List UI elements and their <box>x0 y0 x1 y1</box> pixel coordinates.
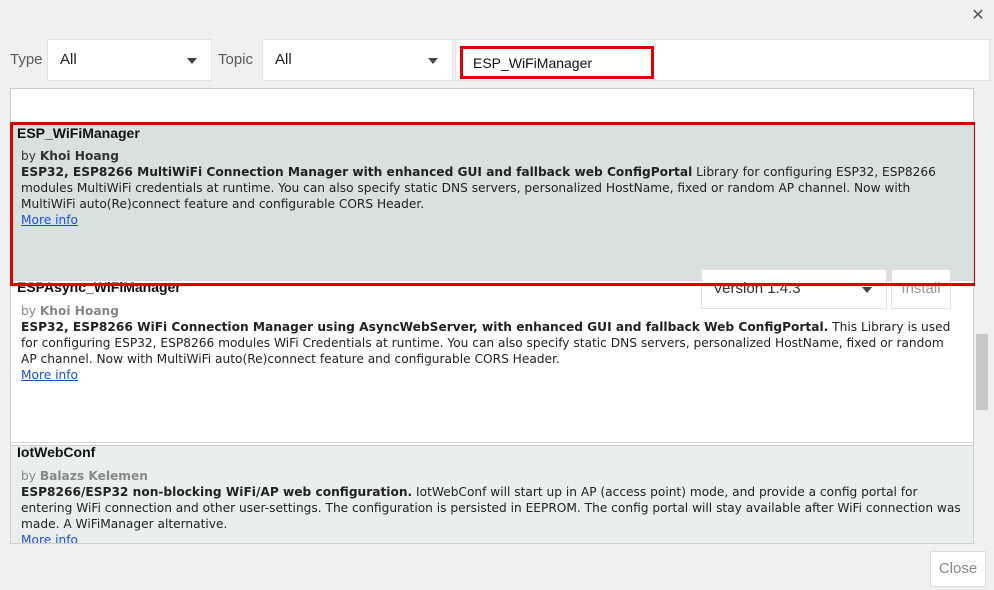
close-button[interactable]: Close <box>930 551 986 587</box>
library-description: ESP32, ESP8266 MultiWiFi Connection Mana… <box>21 164 961 212</box>
type-select-value: All <box>60 51 77 68</box>
library-summary: ESP32, ESP8266 WiFi Connection Manager u… <box>21 320 829 334</box>
topic-select-value: All <box>275 51 292 68</box>
more-info-link[interactable]: More info <box>21 368 78 382</box>
library-item-esp-wifimanager[interactable]: ESP_WiFiManager by Khoi Hoang ESP32, ESP… <box>11 123 973 309</box>
type-select[interactable]: All <box>47 39 212 81</box>
library-name: ESPAsync_WiFiManager <box>17 279 181 295</box>
search-field-container <box>455 39 990 81</box>
library-description: ESP8266/ESP32 non-blocking WiFi/AP web c… <box>21 484 961 532</box>
by-prefix: by <box>21 149 36 163</box>
topic-label: Topic <box>218 51 254 68</box>
library-item-espasync-wifimanager[interactable]: ESPAsync_WiFiManager by Khoi Hoang ESP32… <box>11 279 973 443</box>
library-name: ESP_WiFiManager <box>17 125 140 141</box>
by-prefix: by <box>21 469 36 483</box>
library-item-iotwebconf[interactable]: IotWebConf by Balazs Kelemen ESP8266/ESP… <box>11 444 973 543</box>
chevron-down-icon <box>428 58 438 64</box>
scrollbar-thumb[interactable] <box>976 334 988 410</box>
library-description: ESP32, ESP8266 WiFi Connection Manager u… <box>21 319 961 367</box>
library-details: by Khoi Hoang ESP32, ESP8266 MultiWiFi C… <box>21 148 961 228</box>
by-prefix: by <box>21 304 36 318</box>
library-author: Khoi Hoang <box>39 149 119 163</box>
library-details: by Balazs Kelemen ESP8266/ESP32 non-bloc… <box>21 468 961 543</box>
library-list[interactable]: ESP_WiFiManager by Khoi Hoang ESP32, ESP… <box>10 88 974 544</box>
more-info-link[interactable]: More info <box>21 213 78 227</box>
library-summary: ESP32, ESP8266 MultiWiFi Connection Mana… <box>21 165 693 179</box>
library-author-line: by Khoi Hoang <box>21 148 961 164</box>
library-summary: ESP8266/ESP32 non-blocking WiFi/AP web c… <box>21 485 413 499</box>
library-details: by Khoi Hoang ESP32, ESP8266 WiFi Connec… <box>21 303 961 383</box>
library-author: Khoi Hoang <box>39 304 119 318</box>
vertical-scrollbar[interactable] <box>975 88 989 544</box>
library-name: IotWebConf <box>17 444 96 460</box>
library-author-line: by Khoi Hoang <box>21 303 961 319</box>
topic-select[interactable]: All <box>262 39 453 81</box>
search-input[interactable] <box>460 46 654 79</box>
more-info-link[interactable]: More info <box>21 533 78 543</box>
library-author-line: by Balazs Kelemen <box>21 468 961 484</box>
library-author: Balazs Kelemen <box>39 469 148 483</box>
close-icon[interactable]: ✕ <box>970 5 986 25</box>
chevron-down-icon <box>187 58 197 64</box>
type-label: Type <box>10 51 43 68</box>
